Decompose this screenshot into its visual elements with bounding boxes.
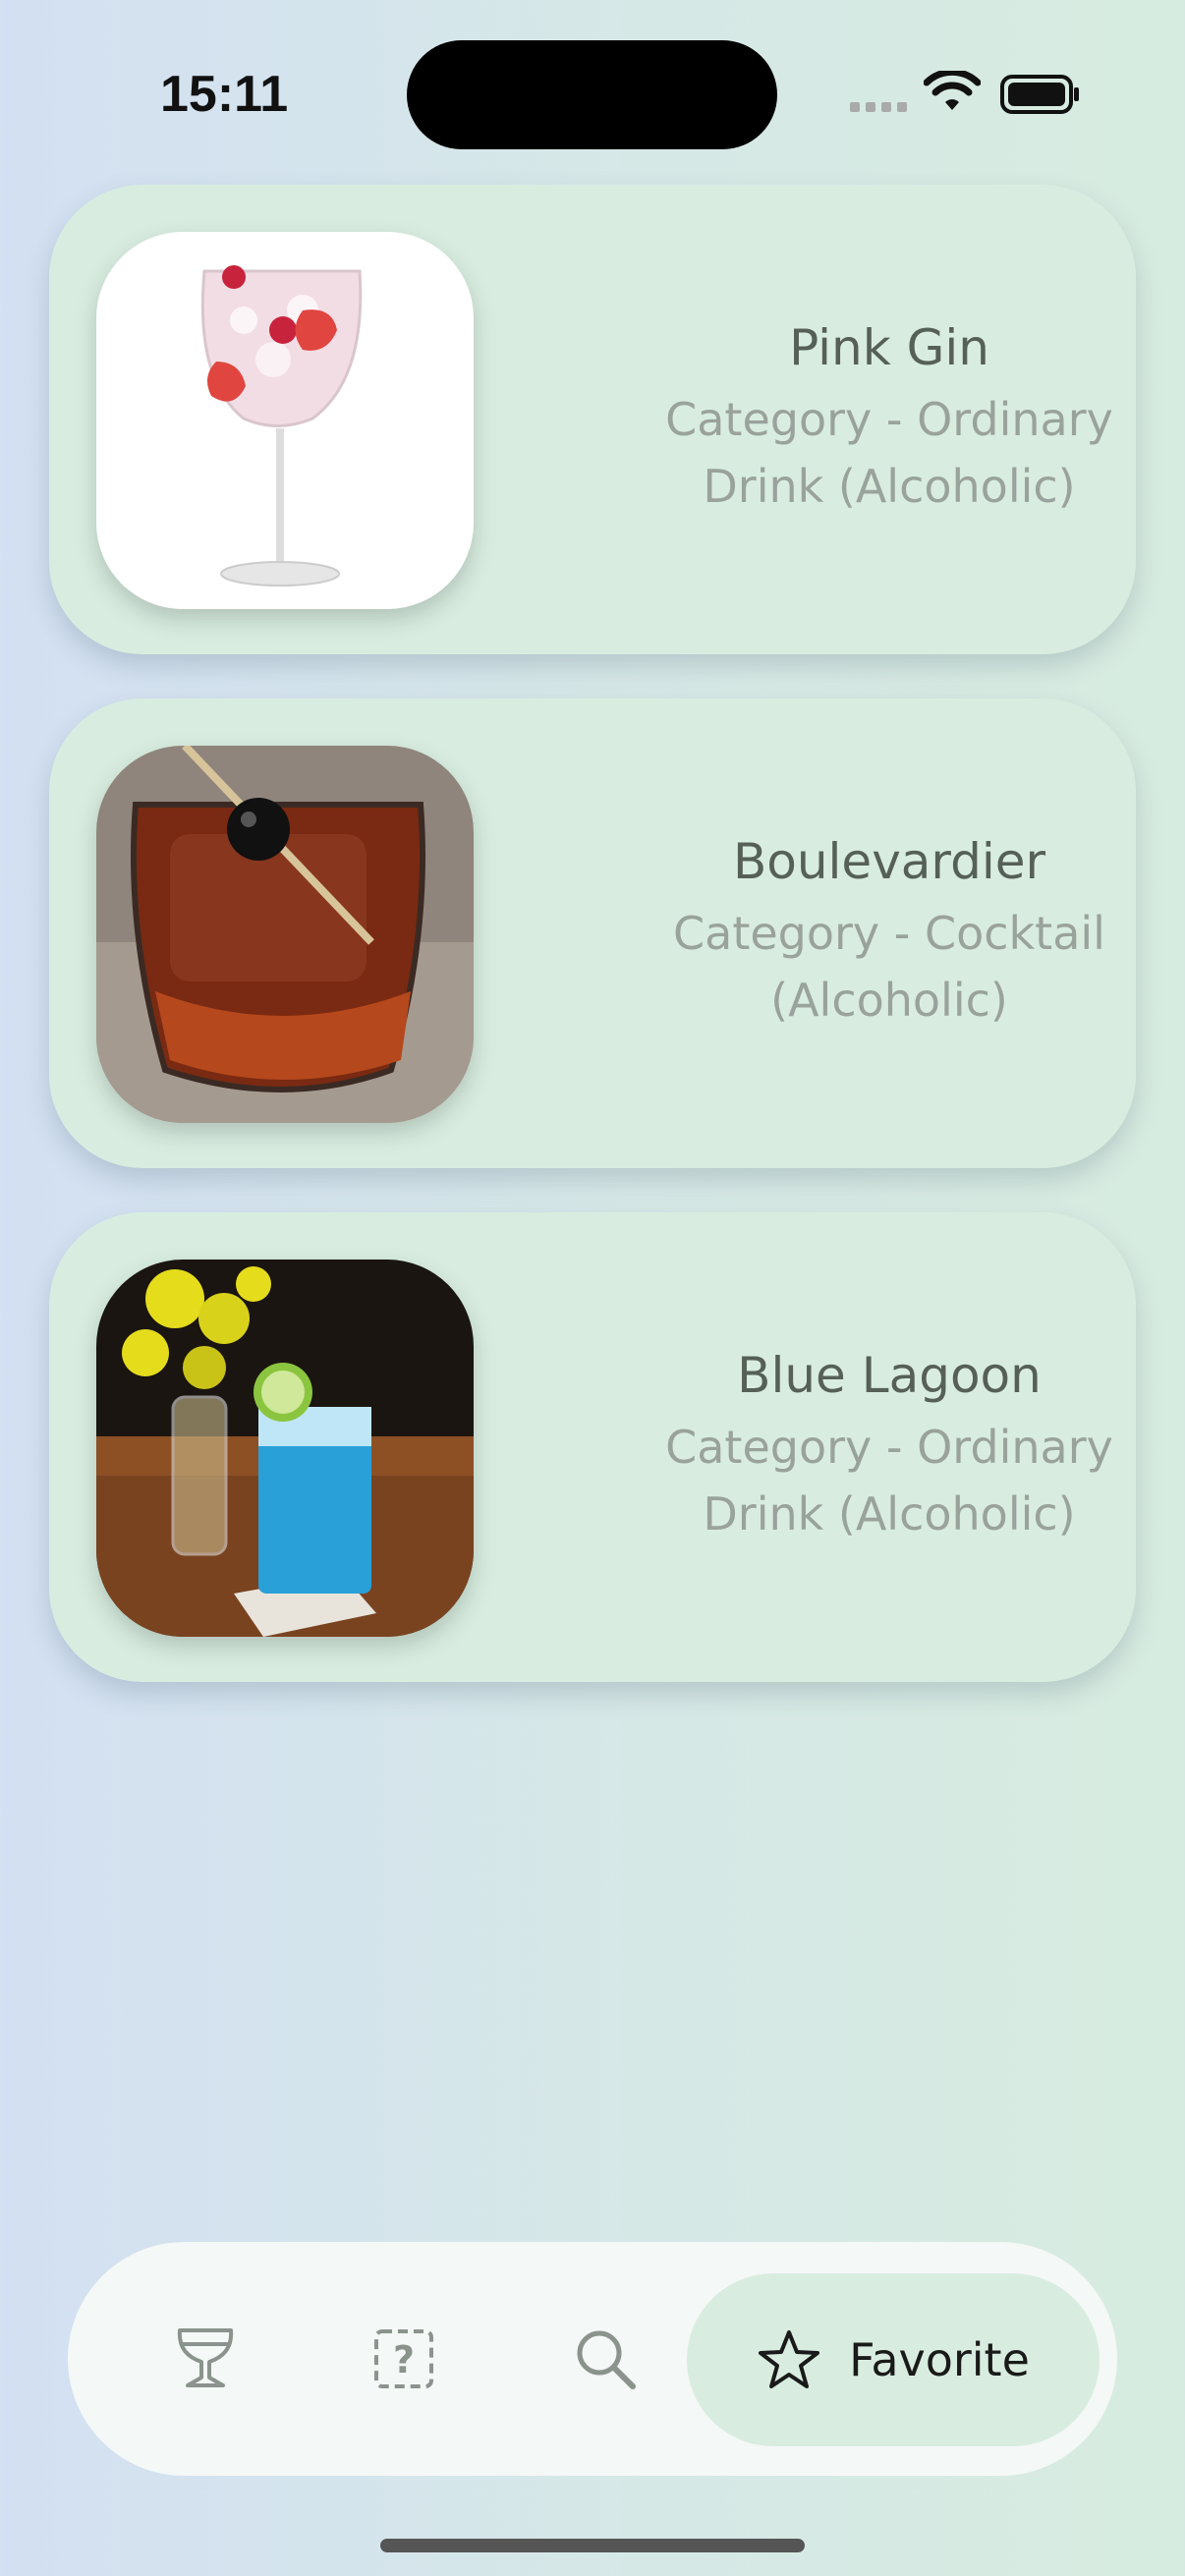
random-dice-icon: ? [374, 2329, 433, 2388]
drink-info: Pink Gin Category - Ordinary Drink (Alco… [580, 185, 1185, 654]
signal-icon [850, 102, 907, 112]
cocktail-glass-icon [177, 2328, 234, 2387]
drink-image [96, 1260, 474, 1637]
drink-card[interactable]: Boulevardier Category - Cocktail (Alcoho… [49, 699, 1136, 1168]
tab-search[interactable] [536, 2242, 674, 2476]
star-icon [759, 2330, 820, 2388]
status-time: 15:11 [160, 66, 289, 123]
tab-random[interactable]: ? [335, 2242, 473, 2476]
drink-category: Category - Ordinary Drink (Alcoholic) [665, 1421, 1113, 1540]
drink-card[interactable]: Pink Gin Category - Ordinary Drink (Alco… [49, 185, 1136, 654]
drink-info: Boulevardier Category - Cocktail (Alcoho… [580, 699, 1185, 1168]
battery-icon [1000, 75, 1079, 114]
drink-image [96, 232, 474, 609]
tab-favorite[interactable]: Favorite [687, 2273, 1100, 2446]
drink-image [96, 746, 474, 1123]
home-indicator [380, 2539, 805, 2552]
drink-name: Pink Gin [789, 319, 989, 376]
drink-card[interactable]: Blue Lagoon Category - Ordinary Drink (A… [49, 1212, 1136, 1682]
drink-category: Category - Cocktail (Alcoholic) [673, 907, 1105, 1027]
search-icon [577, 2330, 636, 2389]
svg-text:?: ? [393, 2338, 415, 2381]
drink-name: Boulevardier [732, 833, 1046, 890]
dynamic-island [407, 40, 777, 149]
tab-favorite-label: Favorite [849, 2333, 1030, 2386]
drink-name: Blue Lagoon [737, 1347, 1042, 1404]
drink-info: Blue Lagoon Category - Ordinary Drink (A… [580, 1212, 1185, 1682]
tab-cocktails[interactable] [137, 2242, 274, 2476]
bottom-nav: ? Favorite [68, 2242, 1117, 2476]
wifi-icon [924, 71, 981, 110]
drink-category: Category - Ordinary Drink (Alcoholic) [665, 393, 1113, 513]
